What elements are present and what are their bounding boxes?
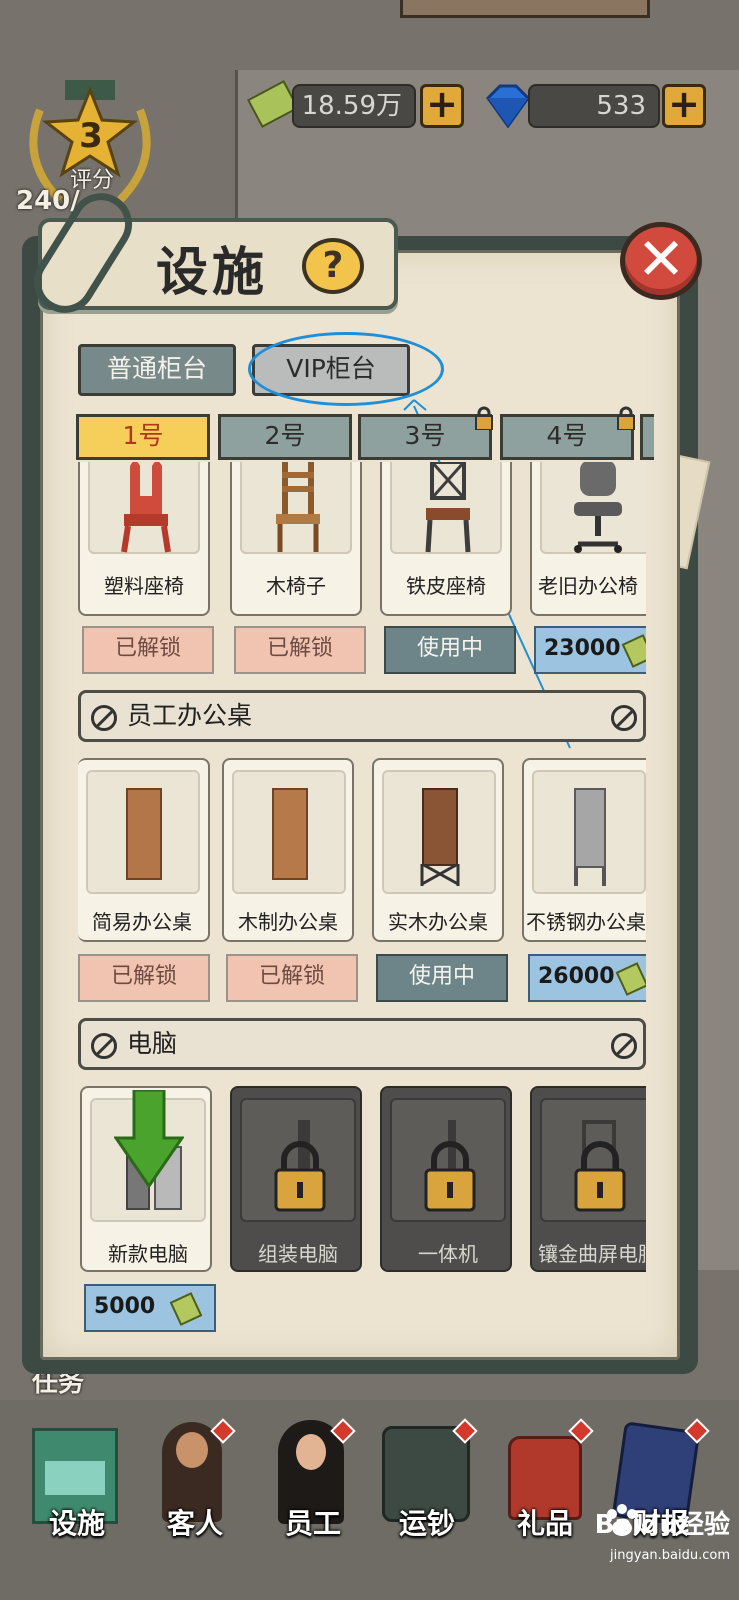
- desk-card[interactable]: 不锈钢办公桌: [522, 758, 646, 942]
- nav-staff[interactable]: 员工: [258, 1418, 368, 1548]
- desk-image: [382, 770, 496, 894]
- close-button[interactable]: ✕: [620, 222, 702, 300]
- chair-image: [88, 462, 200, 554]
- prohibited-icon: [611, 705, 637, 731]
- price-value: 26000: [538, 964, 615, 989]
- nav-cash-transport[interactable]: 运钞: [372, 1418, 482, 1548]
- chair-image: [240, 462, 352, 554]
- money-icon: [621, 634, 646, 668]
- buy-price-button[interactable]: 26000: [528, 954, 646, 1002]
- tab-counter-1[interactable]: 1号: [76, 414, 210, 460]
- background-counter: [400, 0, 650, 18]
- chair-image: [390, 462, 502, 554]
- desk-name: 木制办公桌: [238, 910, 338, 934]
- computer-list: 新款电脑 组装电脑 一体机 镶金曲屏电脑: [78, 1086, 646, 1276]
- desk-card[interactable]: 简易办公桌: [78, 758, 210, 942]
- computer-name: 镶金曲屏电脑: [538, 1242, 646, 1266]
- add-money-button[interactable]: +: [420, 84, 464, 128]
- computer-card-locked[interactable]: 组装电脑: [230, 1086, 362, 1272]
- baidu-watermark: Baidu经验 jingyan.baidu.com: [560, 1500, 730, 1580]
- add-gems-button[interactable]: +: [662, 84, 706, 128]
- desk-list: 简易办公桌 木制办公桌 实木办公桌 不锈钢办公桌: [78, 758, 646, 946]
- tab-counter-3[interactable]: 3号: [358, 414, 492, 460]
- nav-label: 设施: [48, 1507, 105, 1540]
- computer-name: 新款电脑: [108, 1242, 188, 1266]
- green-down-arrow-icon: [114, 1090, 184, 1189]
- nav-customers[interactable]: 客人: [140, 1418, 250, 1548]
- chair-name: 塑料座椅: [104, 574, 184, 598]
- chair-name: 木椅子: [266, 574, 326, 598]
- lock-icon: [274, 1141, 326, 1212]
- tab-counter-2[interactable]: 2号: [218, 414, 352, 460]
- chair-image: [540, 462, 646, 554]
- nav-facilities[interactable]: 设施: [22, 1418, 132, 1548]
- tab-normal-counter[interactable]: 普通柜台: [78, 344, 236, 396]
- help-button[interactable]: ?: [302, 238, 364, 294]
- computer-name: 组装电脑: [258, 1242, 338, 1266]
- desk-card[interactable]: 木制办公桌: [222, 758, 354, 942]
- desk-image: [86, 770, 200, 894]
- prohibited-icon: [91, 1033, 117, 1059]
- section-header-desks: 员工办公桌: [78, 690, 646, 742]
- lock-icon: [574, 1141, 626, 1212]
- money-display: 18.59万: [292, 84, 416, 128]
- rating-progress: 240/: [16, 186, 80, 216]
- computer-card-locked[interactable]: 镶金曲屏电脑: [530, 1086, 646, 1272]
- chair-name: 老旧办公椅: [538, 574, 638, 598]
- computer-name: 一体机: [418, 1242, 478, 1266]
- lock-icon: [424, 1141, 476, 1212]
- desk-card[interactable]: 实木办公桌: [372, 758, 504, 942]
- status-unlocked[interactable]: 已解锁: [234, 626, 366, 674]
- desk-name: 实木办公桌: [388, 910, 488, 934]
- vip-highlight-annotation: [248, 332, 444, 406]
- watermark-brand: Baidu经验: [594, 1510, 730, 1540]
- desk-image: [232, 770, 346, 894]
- gem-display: 533: [528, 84, 660, 128]
- money-icon: [169, 1292, 203, 1326]
- prohibited-icon: [91, 705, 117, 731]
- gem-value: 533: [596, 91, 646, 121]
- buy-price-button[interactable]: 5000: [84, 1284, 216, 1332]
- desk-name: 简易办公桌: [92, 910, 192, 934]
- computer-card-locked[interactable]: 一体机: [380, 1086, 512, 1272]
- buy-price-button[interactable]: 23000: [534, 626, 646, 674]
- status-unlocked[interactable]: 已解锁: [226, 954, 358, 1002]
- desk-status-row: 已解锁 已解锁 使用中 26000: [78, 954, 646, 1004]
- desk-name: 不锈钢办公桌: [526, 910, 646, 934]
- nav-label: 运钞: [398, 1507, 455, 1540]
- chair-card[interactable]: 老旧办公椅: [530, 462, 646, 616]
- price-value: 23000: [544, 636, 621, 661]
- tab-counter-4[interactable]: 4号: [500, 414, 634, 460]
- chair-name: 铁皮座椅: [406, 574, 486, 598]
- dialog-title: 设施: [156, 243, 269, 303]
- nav-label: 客人: [166, 1507, 223, 1540]
- computer-card[interactable]: 新款电脑: [80, 1086, 212, 1272]
- status-unlocked[interactable]: 已解锁: [78, 954, 210, 1002]
- chair-card[interactable]: 铁皮座椅: [380, 462, 512, 616]
- tab-counter-5-partial[interactable]: [640, 414, 654, 460]
- desk-image: [532, 770, 646, 894]
- chair-list: 塑料座椅 木椅子 铁皮座椅 老旧办公椅: [78, 462, 646, 622]
- money-value: 18.59万: [301, 91, 402, 121]
- watermark-url: jingyan.baidu.com: [610, 1548, 730, 1563]
- rating-level: 3: [79, 116, 103, 156]
- price-value: 5000: [94, 1294, 156, 1319]
- nav-label: 员工: [284, 1507, 341, 1540]
- status-in-use[interactable]: 使用中: [384, 626, 516, 674]
- lock-icon: [617, 406, 635, 430]
- chair-status-row: 已解锁 已解锁 使用中 23000: [78, 626, 646, 676]
- section-header-computers: 电脑: [78, 1018, 646, 1070]
- money-icon: [615, 962, 646, 996]
- gem-icon: [482, 84, 534, 129]
- status-unlocked[interactable]: 已解锁: [82, 626, 214, 674]
- lock-icon: [475, 406, 493, 430]
- section-title: 电脑: [127, 1029, 178, 1058]
- status-in-use[interactable]: 使用中: [376, 954, 508, 1002]
- prohibited-icon: [611, 1033, 637, 1059]
- section-title: 员工办公桌: [127, 701, 253, 730]
- chair-card[interactable]: 木椅子: [230, 462, 362, 616]
- chair-card[interactable]: 塑料座椅: [78, 462, 210, 616]
